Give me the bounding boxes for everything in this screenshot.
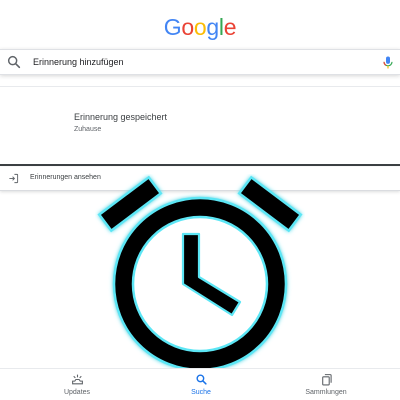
google-logo: Google [0,14,400,40]
card-subtitle: Zuhause [74,126,102,133]
nav-search[interactable]: Suche [171,373,231,397]
nav-search-label: Suche [191,389,211,396]
search-input[interactable]: Erinnerung hinzufügen [33,56,124,68]
logo-letter: g [206,14,219,40]
search-bar[interactable]: Erinnerung hinzufügen [0,49,400,75]
nav-collections-label: Sammlungen [305,389,347,396]
bottom-navigation: Updates Suche Sammlungen [0,368,400,400]
nav-collections[interactable]: Sammlungen [296,373,356,397]
view-reminders-label: Erinnerungen ansehen [30,174,101,181]
logo-letter: o [193,14,207,40]
logo-letter: G [163,14,182,40]
nav-updates-label: Updates [63,389,91,396]
logo-letter: e [223,14,237,40]
updates-icon [71,374,83,385]
mic-icon[interactable] [380,54,396,71]
search-icon [195,374,207,385]
alarm-clock-icon [97,175,303,372]
logo-letter: o [181,14,194,40]
card-title: Erinnerung gespeichert [74,112,168,122]
nav-updates[interactable]: Updates [47,373,107,397]
google-app-screen: Google Erinnerung hinzufügen Erinnerung … [0,0,400,400]
reminder-confirmation-card: Erinnerung gespeichert Zuhause [0,86,400,166]
open-in-icon [9,173,19,184]
collections-icon [321,374,332,386]
search-icon[interactable] [6,54,22,70]
